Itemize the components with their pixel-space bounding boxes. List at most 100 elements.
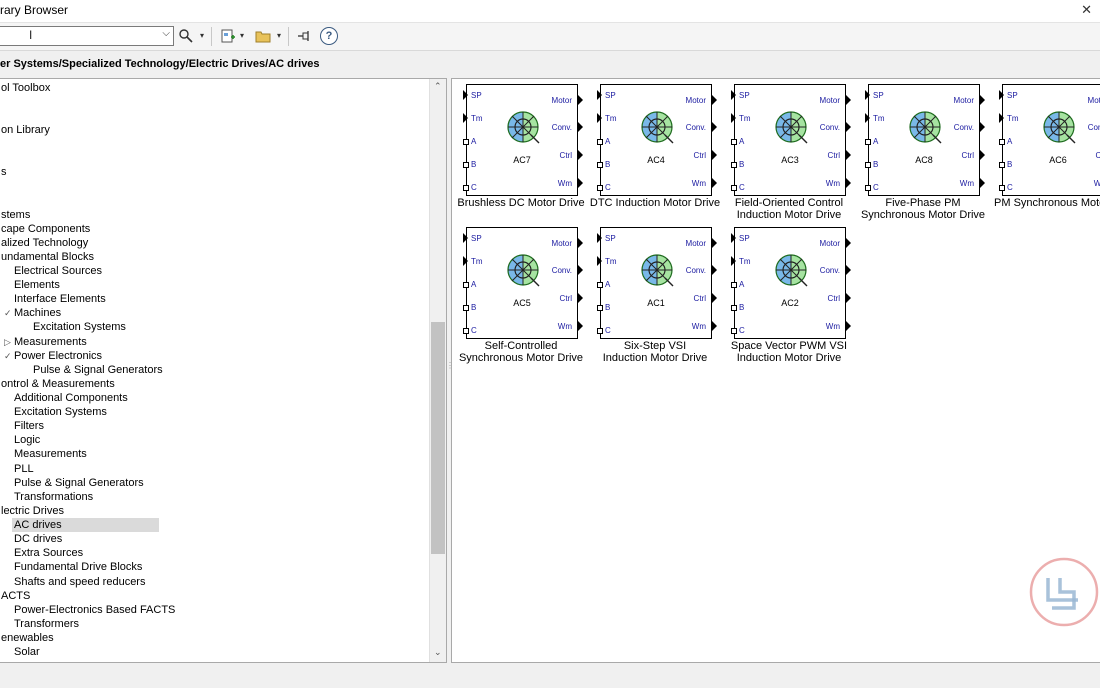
- electrical-port-icon[interactable]: [999, 185, 1005, 191]
- tree-item[interactable]: DC drives: [14, 532, 62, 546]
- output-port-arrow-icon[interactable]: [578, 122, 583, 132]
- electrical-port-icon[interactable]: [865, 139, 871, 145]
- output-port-arrow-icon[interactable]: [578, 178, 583, 188]
- output-port-arrow-icon[interactable]: [846, 122, 851, 132]
- library-tree[interactable]: ol Toolbox on Library s stems cape Component…: [0, 78, 447, 663]
- electrical-port-icon[interactable]: [731, 328, 737, 334]
- drive-block[interactable]: SP Tm A B C Motor Conv. Ctrl Wm AC7: [463, 84, 583, 196]
- input-port-arrow-icon[interactable]: [731, 90, 736, 100]
- tree-item[interactable]: ol Toolbox: [1, 81, 50, 95]
- close-icon[interactable]: ✕: [1081, 2, 1092, 18]
- electrical-port-icon[interactable]: [731, 185, 737, 191]
- output-port-arrow-icon[interactable]: [846, 178, 851, 188]
- scrollbar-thumb[interactable]: [431, 322, 445, 554]
- tree-item[interactable]: Logic: [14, 433, 40, 447]
- output-port-arrow-icon[interactable]: [712, 238, 717, 248]
- input-port-arrow-icon[interactable]: [865, 90, 870, 100]
- help-button[interactable]: ?: [319, 26, 339, 46]
- find-icon[interactable]: [177, 26, 195, 46]
- tree-item[interactable]: Elements: [14, 278, 60, 292]
- tree-item[interactable]: lectric Drives: [1, 504, 64, 518]
- search-dropdown-icon[interactable]: ⌵: [162, 28, 170, 39]
- output-port-arrow-icon[interactable]: [980, 95, 985, 105]
- tree-item[interactable]: stems: [1, 208, 30, 222]
- electrical-port-icon[interactable]: [597, 328, 603, 334]
- input-port-arrow-icon[interactable]: [999, 113, 1004, 123]
- collapse-arrow-icon[interactable]: ✓: [4, 306, 12, 320]
- tree-item[interactable]: Electrical Sources: [14, 264, 102, 278]
- electrical-port-icon[interactable]: [463, 328, 469, 334]
- input-port-arrow-icon[interactable]: [731, 233, 736, 243]
- electrical-port-icon[interactable]: [865, 185, 871, 191]
- open-dropdown-icon[interactable]: ▾: [277, 31, 281, 40]
- tree-item[interactable]: ▷ Measurements: [4, 335, 87, 349]
- tree-item[interactable]: Excitation Systems: [14, 405, 107, 419]
- tree-item[interactable]: Fundamental Drive Blocks: [14, 560, 142, 574]
- find-dropdown-icon[interactable]: ▾: [200, 31, 204, 40]
- tree-item[interactable]: Power-Electronics Based FACTS: [14, 603, 175, 617]
- tree-item[interactable]: Solar: [14, 645, 40, 659]
- output-port-arrow-icon[interactable]: [578, 150, 583, 160]
- tree-item[interactable]: Excitation Systems: [33, 320, 126, 334]
- tree-item[interactable]: Interface Elements: [14, 292, 106, 306]
- output-port-arrow-icon[interactable]: [712, 265, 717, 275]
- tree-item[interactable]: ontrol & Measurements: [1, 377, 115, 391]
- tree-item[interactable]: cape Components: [1, 222, 90, 236]
- tree-item[interactable]: on Library: [1, 123, 50, 137]
- output-port-arrow-icon[interactable]: [846, 150, 851, 160]
- drive-block[interactable]: SP Tm A B C Motor Conv. Ctrl Wm AC8: [865, 84, 985, 196]
- drive-block[interactable]: SPTmABCMotorConv.CtrlWmAC6: [999, 84, 1100, 196]
- input-port-arrow-icon[interactable]: [865, 113, 870, 123]
- output-port-arrow-icon[interactable]: [578, 238, 583, 248]
- tree-item[interactable]: Measurements: [14, 447, 87, 461]
- tree-item[interactable]: ACTS: [1, 589, 30, 603]
- output-port-arrow-icon[interactable]: [712, 178, 717, 188]
- tree-item[interactable]: enewables: [1, 631, 54, 645]
- electrical-port-icon[interactable]: [731, 282, 737, 288]
- input-port-arrow-icon[interactable]: [463, 256, 468, 266]
- output-port-arrow-icon[interactable]: [846, 238, 851, 248]
- drive-block[interactable]: SP Tm A B C Motor Conv. Ctrl Wm AC4: [597, 84, 717, 196]
- output-port-arrow-icon[interactable]: [846, 293, 851, 303]
- output-port-arrow-icon[interactable]: [846, 265, 851, 275]
- electrical-port-icon[interactable]: [731, 139, 737, 145]
- output-port-arrow-icon[interactable]: [712, 293, 717, 303]
- input-port-arrow-icon[interactable]: [597, 256, 602, 266]
- drive-block[interactable]: SP Tm A B C Motor Conv. Ctrl Wm AC1: [597, 227, 717, 339]
- tree-item[interactable]: AC drives: [12, 518, 159, 532]
- input-port-arrow-icon[interactable]: [597, 90, 602, 100]
- output-port-arrow-icon[interactable]: [980, 178, 985, 188]
- output-port-arrow-icon[interactable]: [980, 150, 985, 160]
- tree-item[interactable]: ✓ Power Electronics: [4, 349, 102, 363]
- tree-item[interactable]: Pulse & Signal Generators: [14, 476, 144, 490]
- tree-item[interactable]: Extra Sources: [14, 546, 83, 560]
- drive-block[interactable]: SP Tm A B C Motor Conv. Ctrl Wm AC5: [463, 227, 583, 339]
- electrical-port-icon[interactable]: [597, 185, 603, 191]
- search-box[interactable]: I ⌵: [0, 26, 174, 46]
- tree-item[interactable]: undamental Blocks: [1, 250, 94, 264]
- input-port-arrow-icon[interactable]: [463, 233, 468, 243]
- input-port-arrow-icon[interactable]: [731, 256, 736, 266]
- input-port-arrow-icon[interactable]: [999, 90, 1004, 100]
- tree-item[interactable]: Transformations: [14, 490, 93, 504]
- pin-icon[interactable]: [295, 26, 313, 46]
- tree-item[interactable]: ✓ Machines: [4, 306, 61, 320]
- output-port-arrow-icon[interactable]: [578, 265, 583, 275]
- electrical-port-icon[interactable]: [999, 139, 1005, 145]
- tree-item[interactable]: Pulse & Signal Generators: [33, 363, 163, 377]
- expand-arrow-icon[interactable]: ▷: [4, 335, 11, 349]
- tree-item[interactable]: Filters: [14, 419, 44, 433]
- tree-item[interactable]: Shafts and speed reducers: [14, 575, 145, 589]
- output-port-arrow-icon[interactable]: [578, 321, 583, 331]
- electrical-port-icon[interactable]: [463, 139, 469, 145]
- input-port-arrow-icon[interactable]: [463, 113, 468, 123]
- input-port-arrow-icon[interactable]: [731, 113, 736, 123]
- electrical-port-icon[interactable]: [597, 282, 603, 288]
- tree-item[interactable]: Additional Components: [14, 391, 128, 405]
- input-port-arrow-icon[interactable]: [597, 113, 602, 123]
- new-dropdown-icon[interactable]: ▾: [240, 31, 244, 40]
- output-port-arrow-icon[interactable]: [712, 321, 717, 331]
- new-model-icon[interactable]: [219, 26, 237, 46]
- scroll-up-icon[interactable]: ⌃: [434, 81, 442, 92]
- output-port-arrow-icon[interactable]: [578, 293, 583, 303]
